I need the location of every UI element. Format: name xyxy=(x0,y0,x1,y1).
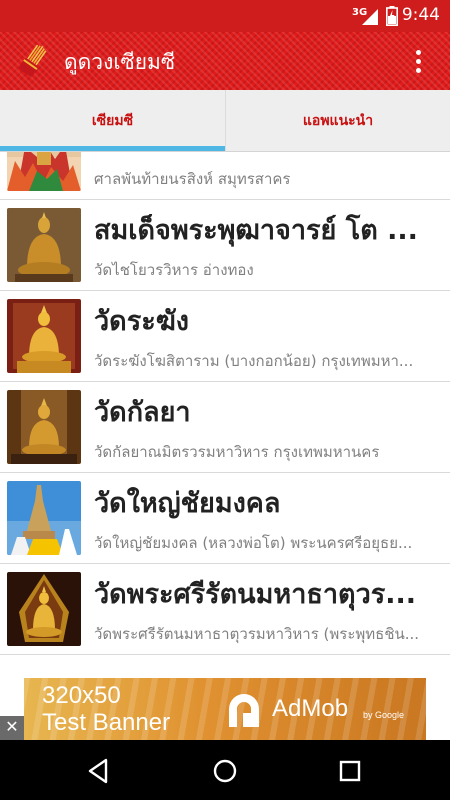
item-subtitle: วัดไชโยวรวิหาร อ่างทอง xyxy=(94,261,254,279)
admob-brand: AdMob xyxy=(272,695,349,722)
clock: 9:44 xyxy=(401,5,440,25)
tab-bar: เซียมซี แอพแนะนำ xyxy=(0,90,450,152)
item-subtitle: วัดกัลยาณมิตรวรมหาวิหาร กรุงเทพมหานคร xyxy=(94,443,380,461)
ad-close-button[interactable]: ✕ xyxy=(0,716,24,740)
item-title: วัดระฆัง xyxy=(94,306,189,337)
app-logo-icon xyxy=(18,44,47,77)
chedi-thumbnail xyxy=(7,481,81,555)
signal-icon xyxy=(362,9,378,25)
status-bar: 3G 9:44 xyxy=(0,0,450,32)
admob-by-google: by Google xyxy=(363,710,405,720)
item-title: เจ้าพ่อโคกขาม xyxy=(94,152,444,160)
list-item[interactable]: วัดระฆัง วัดระฆังโฆสิตาราม (บางกอกน้อย) … xyxy=(0,291,450,382)
list-item[interactable]: วัดใหญ่ชัยมงคล วัดใหญ่ชัยมงคล (หลวงพ่อโต… xyxy=(0,473,450,564)
home-icon[interactable] xyxy=(212,758,238,784)
list-item[interactable]: วัดกัลยา วัดกัลยาณมิตรวรมหาวิหาร กรุงเทพ… xyxy=(0,382,450,473)
item-subtitle: วัดใหญ่ชัยมงคล (หลวงพ่อโต) พระนครศรีอยุธ… xyxy=(94,534,413,552)
buddha-statue-thumbnail xyxy=(7,299,81,373)
screen: 3G 9:44 ดูดวงเซียมซี เซียมซี แอพแนะนำ ศา… xyxy=(0,0,450,800)
buddha-statue-thumbnail xyxy=(7,208,81,282)
shrine-thumbnail xyxy=(7,152,81,191)
action-bar: ดูดวงเซียมซี xyxy=(0,32,450,90)
app-title: ดูดวงเซียมซี xyxy=(64,50,176,74)
ad-banner[interactable]: 320x50 Test Banner AdMob by Google xyxy=(24,678,426,740)
list-item[interactable]: วัดพระศรีรัตนมหาธาตุวร... วัดพระศรีรัตนม… xyxy=(0,564,450,655)
tab-siamsi[interactable]: เซียมซี xyxy=(0,90,225,152)
temple-list: เจ้าพ่อโคกขาม ศาลพันท้ายนรสิงห์ สมุทรสาค… xyxy=(0,152,450,678)
admob-logo-icon xyxy=(229,694,259,727)
item-title: วัดกัลยา xyxy=(94,397,191,428)
buddha-statue-thumbnail xyxy=(7,572,81,646)
item-title: วัดพระศรีรัตนมหาธาตุวร... xyxy=(94,579,416,610)
item-subtitle: วัดระฆังโฆสิตาราม (บางกอกน้อย) กรุงเทพมห… xyxy=(94,352,414,370)
tab-recommended-apps[interactable]: แอพแนะนำ xyxy=(225,90,450,152)
ad-test-label: Test Banner xyxy=(42,709,171,736)
ad-area: 320x50 Test Banner AdMob by Google xyxy=(0,678,450,740)
navigation-bar xyxy=(0,740,450,800)
back-icon[interactable] xyxy=(86,758,112,784)
tab-indicator xyxy=(0,146,225,151)
list-item[interactable]: เจ้าพ่อโคกขาม ศาลพันท้ายนรสิงห์ สมุทรสาค… xyxy=(0,152,450,200)
overflow-menu-icon[interactable] xyxy=(416,50,422,74)
recent-apps-icon[interactable] xyxy=(337,758,363,784)
ad-size-label: 320x50 xyxy=(42,682,121,709)
item-title: วัดใหญ่ชัยมงคล xyxy=(94,488,281,519)
list-item[interactable]: สมเด็จพระพุฒาจารย์ โต ... วัดไชโยวรวิหาร… xyxy=(0,200,450,291)
battery-icon xyxy=(386,6,398,26)
item-subtitle: ศาลพันท้ายนรสิงห์ สมุทรสาคร xyxy=(94,170,291,188)
item-subtitle: วัดพระศรีรัตนมหาธาตุวรมหาวิหาร (พระพุทธช… xyxy=(94,625,420,643)
buddha-statue-thumbnail xyxy=(7,390,81,464)
item-title: สมเด็จพระพุฒาจารย์ โต ... xyxy=(94,215,418,246)
